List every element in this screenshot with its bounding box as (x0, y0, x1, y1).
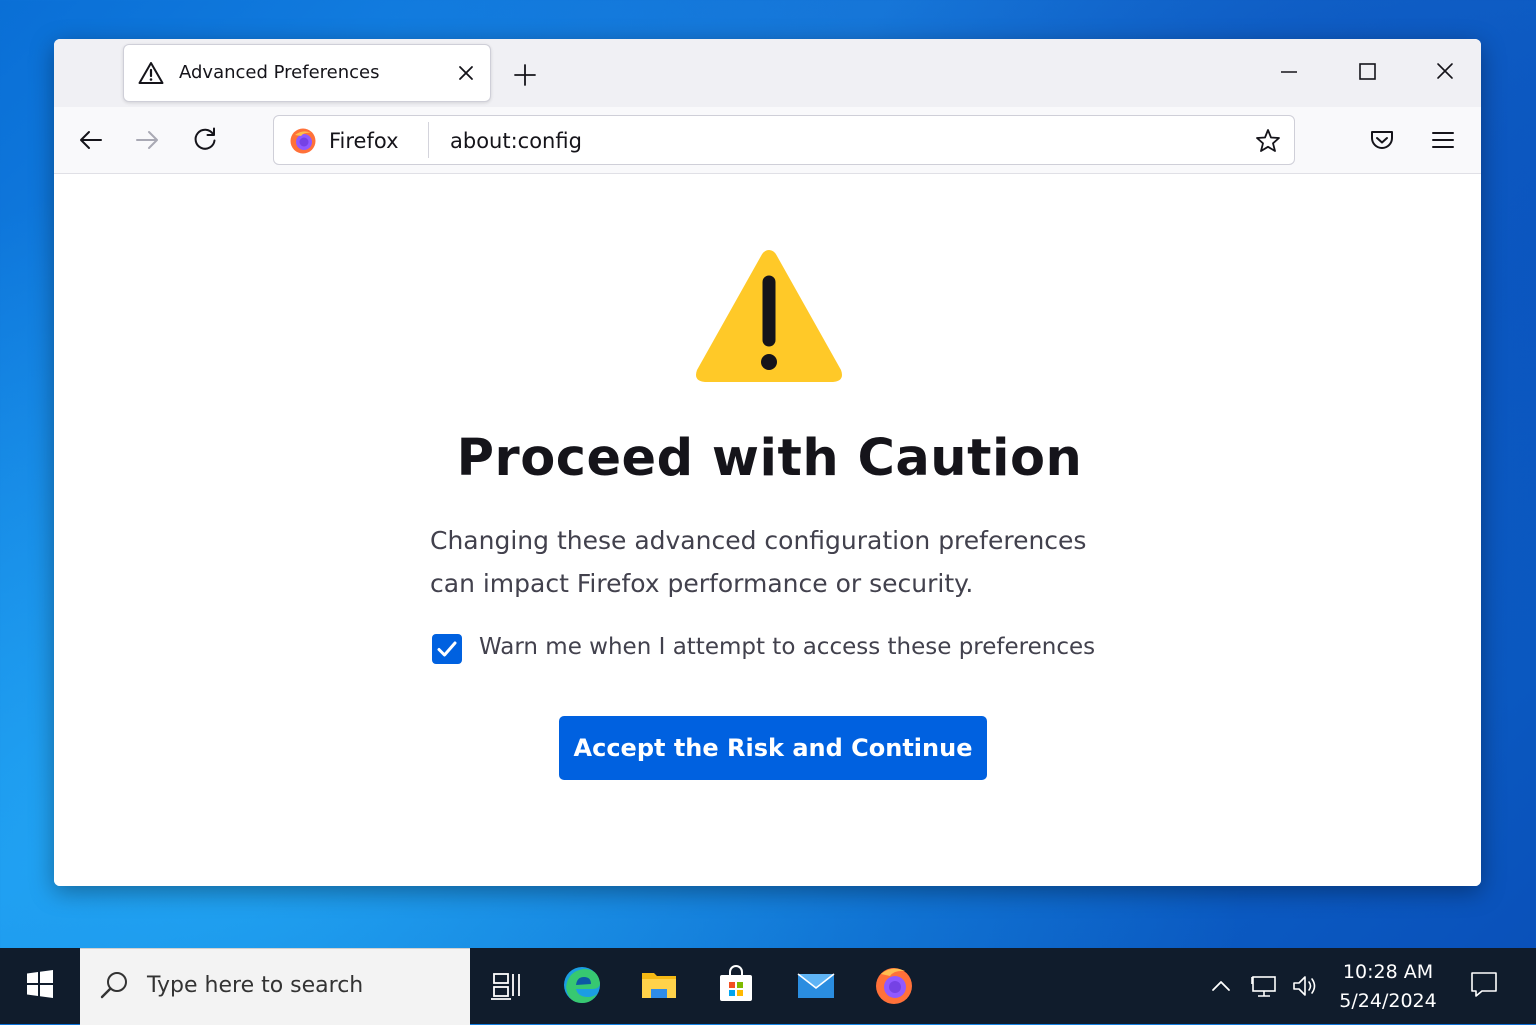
minimize-icon[interactable] (1274, 57, 1304, 87)
network-icon[interactable] (1250, 972, 1278, 1000)
nav-bar: Firefox about:config (54, 107, 1481, 174)
bookmark-star-icon[interactable] (1254, 127, 1282, 155)
url-text[interactable]: about:config (450, 129, 582, 153)
windows-start-icon[interactable] (24, 968, 56, 1000)
reload-icon[interactable] (190, 125, 220, 155)
page-content: Proceed with Caution Changing these adva… (54, 174, 1481, 886)
tab-advanced-preferences[interactable]: Advanced Preferences (123, 44, 491, 102)
accept-risk-button[interactable]: Accept the Risk and Continue (559, 716, 987, 780)
clock-date: 5/24/2024 (1339, 990, 1437, 1012)
warn-checkbox-label[interactable]: Warn me when I attempt to access these p… (479, 634, 1095, 660)
volume-icon[interactable] (1291, 972, 1319, 1000)
warning-icon (696, 250, 842, 382)
store-icon[interactable] (714, 963, 758, 1007)
tab-bar: Advanced Preferences (54, 39, 1481, 107)
notification-icon[interactable] (1468, 968, 1500, 1000)
page-title: Proceed with Caution (456, 429, 1083, 488)
system-clock[interactable]: 10:28 AM 5/24/2024 (1336, 958, 1440, 1016)
url-bar[interactable]: Firefox about:config (273, 115, 1295, 165)
taskbar: Type here to search 10:28 AM 5/24/2024 (0, 948, 1536, 1025)
new-tab-icon[interactable] (511, 61, 539, 89)
mail-icon[interactable] (794, 963, 838, 1007)
back-icon[interactable] (76, 125, 106, 155)
menu-icon[interactable] (1428, 125, 1458, 155)
clock-time: 10:28 AM (1342, 961, 1434, 983)
identity-label: Firefox (329, 129, 399, 153)
browser-window: Advanced Preferences Firefox about:confi… (54, 39, 1481, 886)
checkmark-icon (437, 641, 457, 657)
url-separator (428, 122, 429, 158)
page-description: Changing these advanced configuration pr… (430, 526, 1087, 598)
close-tab-icon[interactable] (454, 61, 478, 85)
tab-title: Advanced Preferences (179, 62, 380, 83)
maximize-icon[interactable] (1352, 57, 1382, 87)
forward-icon[interactable] (132, 125, 162, 155)
search-placeholder: Type here to search (147, 973, 364, 998)
close-window-icon[interactable] (1430, 57, 1460, 87)
task-view-icon[interactable] (485, 963, 529, 1007)
taskbar-search[interactable]: Type here to search (80, 948, 470, 1025)
firefox-logo-icon (290, 128, 316, 154)
search-icon (100, 972, 127, 999)
warning-icon (138, 62, 164, 84)
firefox-icon[interactable] (872, 963, 916, 1007)
edge-icon[interactable] (560, 963, 604, 1007)
warn-checkbox[interactable] (432, 634, 462, 664)
pocket-icon[interactable] (1367, 125, 1397, 155)
file-explorer-icon[interactable] (637, 963, 681, 1007)
chevron-up-icon[interactable] (1207, 972, 1235, 1000)
